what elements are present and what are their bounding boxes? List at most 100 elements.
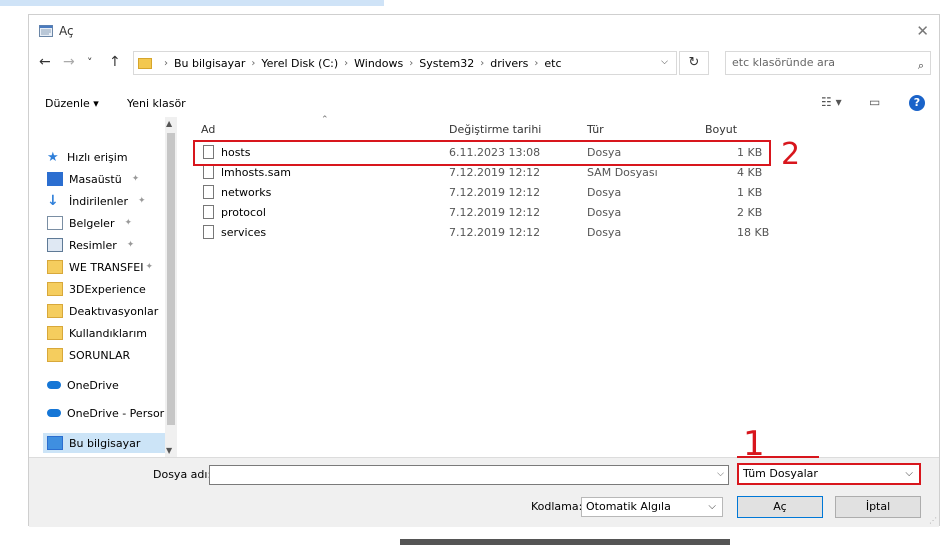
breadcrumb-system32[interactable]: System32 <box>419 57 474 70</box>
column-header-size[interactable]: Boyut <box>705 123 737 136</box>
chevron-right-icon: › <box>344 57 349 69</box>
scrollbar-thumb[interactable] <box>167 133 175 425</box>
breadcrumb-drivers[interactable]: drivers <box>490 57 528 70</box>
annotation-number-2: 2 <box>781 137 801 172</box>
breadcrumb-windows[interactable]: Windows <box>354 57 403 70</box>
table-row[interactable]: services 7.12.2019 12:12 Dosya 18 KB <box>191 223 791 243</box>
up-arrow-icon[interactable]: ↑ <box>109 54 121 70</box>
folder-icon <box>47 260 63 274</box>
sidebar-item-label: Kullandıklarım <box>69 326 147 340</box>
sidebar-item-desktop[interactable]: Masaüstü ✦ <box>47 169 139 189</box>
sidebar-item-deaktivasyonlar[interactable]: Deaktıvasyonlar <box>47 301 158 321</box>
table-row[interactable]: networks 7.12.2019 12:12 Dosya 1 KB <box>191 183 791 203</box>
chevron-down-icon: ⌵ <box>708 501 716 512</box>
search-placeholder: etc klasöründe ara <box>732 56 835 69</box>
new-folder-button[interactable]: Yeni klasör <box>127 97 186 110</box>
title-bar: Aç ✕ <box>29 15 939 47</box>
file-size: 1 KB <box>737 186 763 199</box>
file-size: 2 KB <box>737 206 763 219</box>
sidebar-item-kullandiklarim[interactable]: Kullandıklarım <box>47 323 147 343</box>
sidebar-item-label: OneDrive - Persor <box>67 406 165 420</box>
sidebar-item-label: Bu bilgisayar <box>69 436 141 450</box>
forward-arrow-icon[interactable]: → <box>63 54 75 70</box>
encoding-select[interactable]: Otomatik Algıla ⌵ <box>581 497 723 517</box>
sidebar-item-we-transfer[interactable]: WE TRANSFEI ✦ <box>47 257 153 277</box>
pictures-icon <box>47 238 63 252</box>
breadcrumb-this-pc[interactable]: Bu bilgisayar <box>174 57 245 70</box>
chevron-down-icon[interactable]: ⌵ <box>717 469 724 479</box>
computer-icon <box>47 436 63 450</box>
refresh-icon: ↻ <box>688 55 700 70</box>
file-modified: 7.12.2019 12:12 <box>449 226 541 239</box>
sidebar-item-downloads[interactable]: ↓ İndirilenler ✦ <box>47 191 146 211</box>
documents-icon <box>47 216 63 230</box>
column-header-type[interactable]: Tür <box>587 123 604 136</box>
pin-icon: ✦ <box>137 196 146 206</box>
pin-icon: ✦ <box>145 262 154 272</box>
selection-highlight <box>0 0 384 6</box>
sidebar-item-quick-access[interactable]: ★ Hızlı erişim <box>47 147 128 167</box>
open-file-dialog: Aç ✕ ← → ˅ ↑ › Bu bilgisayar › Yerel Dis… <box>28 14 940 527</box>
scroll-up-icon[interactable]: ▲ <box>166 119 172 128</box>
recent-locations-chevron-icon[interactable]: ˅ <box>87 56 93 69</box>
resize-grip-icon[interactable]: ⋰ <box>929 516 937 525</box>
search-input[interactable]: etc klasöründe ara ⌕ <box>725 51 931 75</box>
sidebar-item-label: Hızlı erişim <box>67 150 128 164</box>
sidebar-item-label: Masaüstü <box>69 172 122 186</box>
window-title: Aç <box>59 24 74 38</box>
sidebar-item-pictures[interactable]: Resimler ✦ <box>47 235 134 255</box>
column-header-modified[interactable]: Değiştirme tarihi <box>449 123 541 136</box>
close-icon[interactable]: ✕ <box>916 22 929 40</box>
address-bar[interactable]: › Bu bilgisayar › Yerel Disk (C:) › Wind… <box>133 51 677 75</box>
folder-icon <box>138 57 152 69</box>
sidebar-item-label: SORUNLAR <box>69 348 131 362</box>
file-icon <box>203 185 214 199</box>
view-options-icon[interactable]: ☷ ▾ <box>821 95 842 109</box>
address-dropdown-icon[interactable]: ⌵ <box>661 57 668 67</box>
sidebar-item-label: 3DExperience <box>69 282 146 296</box>
table-row[interactable]: lmhosts.sam 7.12.2019 12:12 SAM Dosyası … <box>191 163 791 183</box>
pin-icon: ✦ <box>124 218 133 228</box>
command-toolbar: Düzenle ▾ Yeni klasör ☷ ▾ ▭ ? <box>29 93 939 117</box>
table-row[interactable]: protocol 7.12.2019 12:12 Dosya 2 KB <box>191 203 791 223</box>
preview-pane-icon[interactable]: ▭ <box>869 95 880 109</box>
sidebar-item-label: Belgeler <box>69 216 115 230</box>
annotation-underline <box>737 456 819 458</box>
help-icon[interactable]: ? <box>909 95 925 111</box>
chevron-right-icon: › <box>480 57 485 69</box>
sidebar-item-sorunlar[interactable]: SORUNLAR <box>47 345 130 365</box>
back-arrow-icon[interactable]: ← <box>39 54 51 70</box>
filename-label: Dosya adı: <box>153 468 212 481</box>
cancel-button[interactable]: İptal <box>835 496 921 518</box>
sidebar-item-3dexperience[interactable]: 3DExperience <box>47 279 146 299</box>
folder-icon <box>47 326 63 340</box>
breadcrumb-etc[interactable]: etc <box>544 57 561 70</box>
sidebar-item-documents[interactable]: Belgeler ✦ <box>47 213 132 233</box>
file-type: Dosya <box>587 226 622 239</box>
breadcrumb-local-disk[interactable]: Yerel Disk (C:) <box>261 57 338 70</box>
sidebar-scrollbar[interactable]: ▲ ▼ <box>165 117 177 457</box>
column-header-name[interactable]: Ad <box>201 123 215 136</box>
bottom-strip <box>0 527 942 548</box>
chevron-right-icon: › <box>409 57 414 69</box>
sidebar-item-onedrive[interactable]: OneDrive <box>47 375 119 395</box>
sidebar-item-onedrive-personal[interactable]: OneDrive - Persor <box>47 403 164 423</box>
scroll-down-icon[interactable]: ▼ <box>166 446 172 455</box>
folder-icon <box>47 348 63 362</box>
dialog-footer: Dosya adı: ⌵ 1 Tüm Dosyalar ⌵ Kodlama: O… <box>29 424 939 527</box>
notepad-icon <box>39 25 53 37</box>
file-name: networks <box>221 186 272 199</box>
file-size: 4 KB <box>737 166 763 179</box>
file-type-select[interactable]: Tüm Dosyalar ⌵ <box>737 463 921 485</box>
chevron-down-icon: ⌵ <box>905 468 913 479</box>
encoding-label: Kodlama: <box>531 500 583 513</box>
file-type: Dosya <box>587 206 622 219</box>
open-button[interactable]: Aç <box>737 496 823 518</box>
sidebar-item-this-pc[interactable]: Bu bilgisayar <box>43 433 171 453</box>
organize-menu-button[interactable]: Düzenle ▾ <box>45 97 99 110</box>
filename-input[interactable]: ⌵ <box>209 465 729 485</box>
file-modified: 7.12.2019 12:12 <box>449 186 541 199</box>
refresh-button[interactable]: ↻ <box>679 51 709 75</box>
file-list: Ad ⌃ Değiştirme tarihi Tür Boyut hosts 6… <box>177 115 939 457</box>
sidebar-item-label: WE TRANSFEI <box>69 260 144 274</box>
